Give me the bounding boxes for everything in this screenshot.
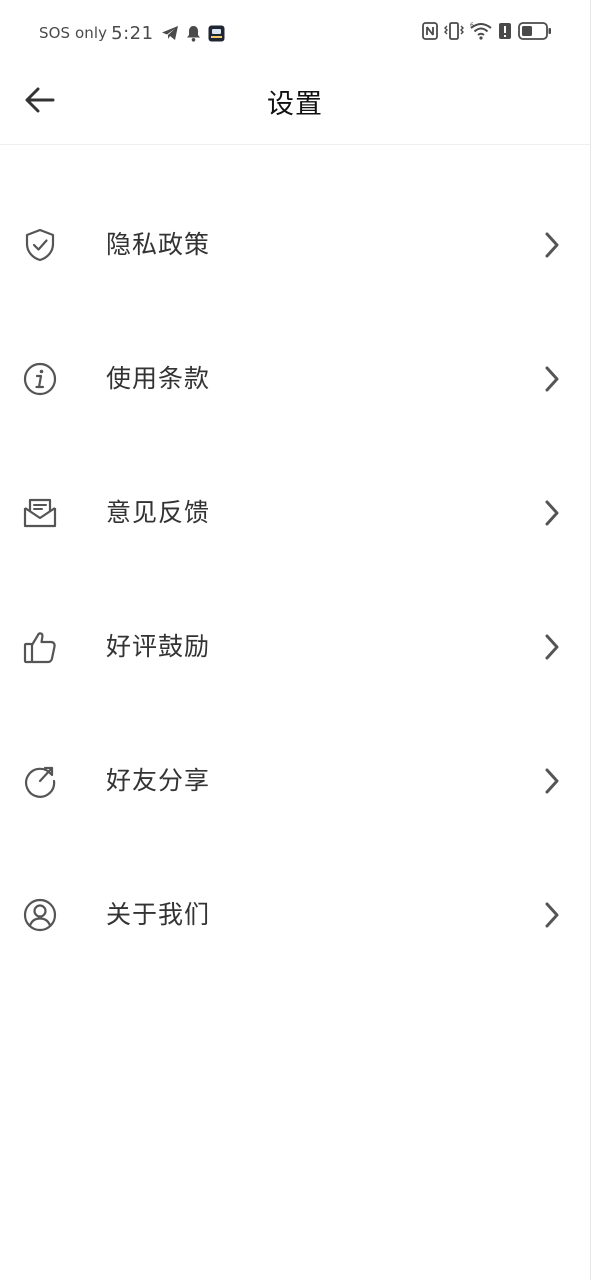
- chevron-right-icon: [542, 365, 562, 393]
- chevron-right-icon: [542, 499, 562, 527]
- info-icon: [22, 361, 58, 397]
- menu-item-label: 好友分享: [106, 766, 211, 795]
- settings-screen: SOS only 5:21 6 设置 隐私政策 使用条款 意见反馈 好评鼓励 好…: [0, 0, 591, 1280]
- menu-item-label: 好评鼓励: [106, 632, 211, 661]
- menu-item-label: 使用条款: [106, 364, 211, 393]
- chevron-right-icon: [542, 231, 562, 259]
- battery-icon: [518, 22, 552, 44]
- chevron-right-icon: [542, 767, 562, 795]
- battery-alert-icon: [498, 22, 512, 44]
- menu-item-terms-of-use[interactable]: 使用条款: [0, 312, 590, 446]
- chevron-right-icon: [542, 901, 562, 929]
- wifi-icon: 6: [470, 22, 492, 44]
- menu-item-rate-us[interactable]: 好评鼓励: [0, 580, 590, 714]
- menu-item-privacy-policy[interactable]: 隐私政策: [0, 178, 590, 312]
- app-header: 设置: [0, 66, 590, 145]
- shield-check-icon: [22, 227, 58, 263]
- status-bar: SOS only 5:21 6: [0, 0, 590, 66]
- app-notification-icon: [208, 25, 225, 42]
- carrier-text: SOS only: [39, 24, 108, 42]
- bell-icon: [186, 25, 201, 42]
- user-circle-icon: [22, 897, 58, 933]
- mail-open-icon: [22, 495, 58, 531]
- vibrate-icon: [444, 22, 464, 44]
- telegram-icon: [161, 25, 179, 41]
- page-title: 设置: [267, 89, 323, 120]
- svg-text:6: 6: [470, 22, 474, 29]
- status-right: 6: [422, 22, 552, 44]
- menu-item-share-friends[interactable]: 好友分享: [0, 714, 590, 848]
- menu-item-label: 关于我们: [106, 900, 211, 929]
- status-left: SOS only 5:21: [39, 22, 225, 44]
- nfc-icon: [422, 22, 438, 44]
- thumbs-up-icon: [22, 629, 58, 665]
- settings-menu: 隐私政策 使用条款 意见反馈 好评鼓励 好友分享 关于我们: [0, 178, 590, 982]
- share-refresh-icon: [22, 763, 58, 799]
- chevron-right-icon: [542, 633, 562, 661]
- menu-item-about-us[interactable]: 关于我们: [0, 848, 590, 982]
- clock-text: 5:21: [111, 22, 154, 44]
- menu-item-feedback[interactable]: 意见反馈: [0, 446, 590, 580]
- menu-item-label: 隐私政策: [106, 230, 211, 259]
- menu-item-label: 意见反馈: [106, 498, 211, 527]
